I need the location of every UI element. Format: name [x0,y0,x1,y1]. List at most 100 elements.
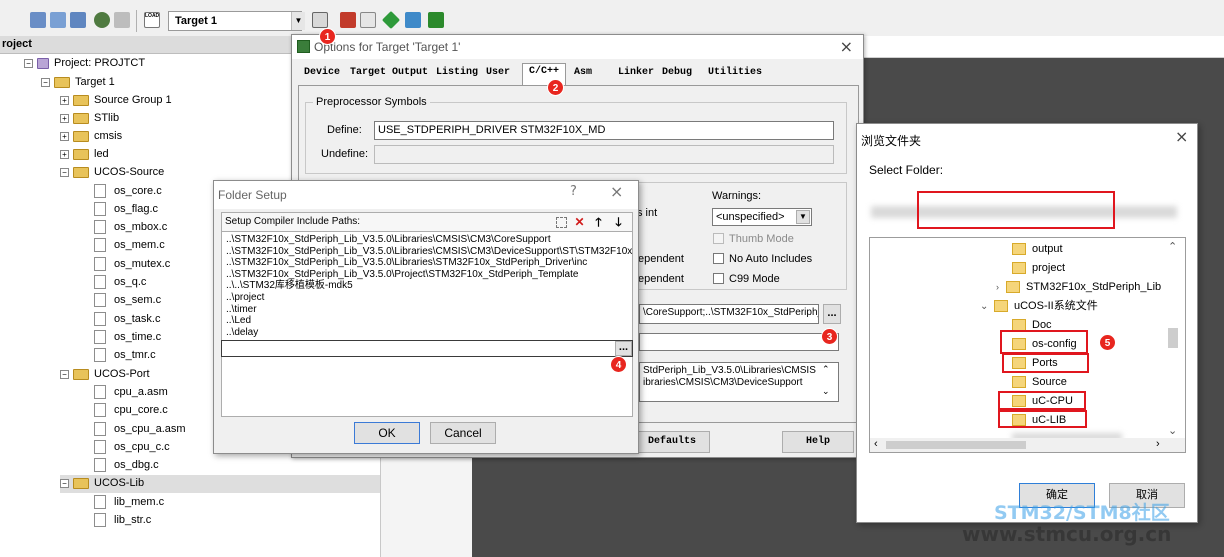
expand-icon[interactable]: + [60,149,69,159]
ok-button[interactable]: OK [354,422,420,444]
tab-listing[interactable]: Listing [436,67,478,78]
misc-controls-field[interactable] [639,333,839,351]
close-icon[interactable]: × [1175,127,1188,146]
cancel-button[interactable]: Cancel [430,422,496,444]
close-icon[interactable]: × [840,37,853,56]
expand-icon[interactable]: + [60,131,69,141]
path-item[interactable]: ..\STM32F10x_StdPeriph_Lib_V3.5.0\Librar… [226,246,632,258]
help-icon[interactable]: ? [570,184,577,199]
include-paths-field[interactable]: \CoreSupport;..\STM32F10x_StdPeriph_ [639,304,819,324]
tree-group[interactable]: + cmsis [60,128,122,146]
help-button[interactable]: Help [782,431,854,453]
collapse-icon[interactable]: − [60,167,69,177]
tab-user[interactable]: User [486,67,510,78]
pack-installer-icon[interactable] [381,10,401,30]
path-item[interactable]: ..\STM32F10x_StdPeriph_Lib_V3.5.0\Librar… [226,234,628,246]
folder-item[interactable]: output [1012,242,1063,256]
tab-device[interactable]: Device [304,67,340,78]
collapse-icon[interactable]: − [60,369,69,379]
batch-build-icon[interactable] [94,12,110,28]
collapse-icon[interactable]: − [24,58,33,68]
tab-asm[interactable]: Asm [574,67,592,78]
target-select[interactable]: Target 1 [168,11,302,31]
tree-group[interactable]: + STlib [60,110,119,128]
tree-group-selected[interactable]: − UCOS-Lib [60,475,380,493]
collapse-icon[interactable]: − [41,77,50,87]
tree-project-root[interactable]: − Project: PROJTCT [24,55,145,73]
move-up-icon[interactable]: 🡑 [592,216,605,229]
tree-file[interactable]: os_cpu_a.asm [94,421,186,439]
path-item[interactable]: ..\delay [226,327,628,339]
path-item[interactable]: ..\Led [226,315,628,327]
tree-file[interactable]: os_cpu_c.c [94,439,170,457]
tree-file[interactable]: os_core.c [94,183,162,201]
tree-file[interactable]: os_sem.c [94,292,161,310]
define-field[interactable]: USE_STDPERIPH_DRIVER STM32F10X_MD [374,121,834,140]
tree-file[interactable]: os_q.c [94,274,146,292]
tree-file[interactable]: os_tmr.c [94,347,156,365]
expand-icon[interactable]: + [60,95,69,105]
tree-file[interactable]: cpu_a.asm [94,384,168,402]
tree-file[interactable]: lib_mem.c [94,494,164,512]
tree-file[interactable]: os_time.c [94,329,161,347]
build-icon[interactable] [50,12,66,28]
tree-group[interactable]: − UCOS-Port [60,366,150,384]
tree-group[interactable]: + Source Group 1 [60,92,172,110]
undefine-field[interactable] [374,145,834,164]
pack-manager-icon[interactable] [428,12,444,28]
tree-target[interactable]: − Target 1 [41,74,115,92]
tree-file[interactable]: os_flag.c [94,201,158,219]
horizontal-scrollbar[interactable]: ‹ › [870,438,1185,452]
path-item[interactable]: ..\timer [226,304,628,316]
scroll-right-icon[interactable]: › [1156,438,1160,450]
scroll-down-icon[interactable]: ⌄ [822,386,830,397]
tree-group[interactable]: + led [60,146,109,164]
include-paths-browse-button[interactable]: ... [823,304,841,324]
path-item[interactable]: ..\STM32F10x_StdPeriph_Lib_V3.5.0\Librar… [226,257,628,269]
folder-item[interactable]: › STM32F10x_StdPeriph_Lib [996,280,1161,294]
new-path-input[interactable] [221,340,633,357]
path-item[interactable]: ..\..\STM32库移植模板-mdk5 [226,280,628,292]
tab-linker[interactable]: Linker [618,67,654,78]
tab-utilities[interactable]: Utilities [708,67,762,78]
move-down-icon[interactable]: 🡓 [612,216,625,229]
tree-file[interactable]: os_mbox.c [94,219,167,237]
horizontal-scrollbar-thumb[interactable] [886,441,1026,449]
c99-mode-checkbox[interactable] [713,273,724,284]
new-path-icon[interactable] [556,217,567,228]
thumb-mode-checkbox[interactable] [713,233,724,244]
path-item[interactable]: ..\project [226,292,628,304]
chevron-down-icon[interactable]: ▼ [796,210,810,224]
delete-icon[interactable]: ✕ [573,216,586,229]
tree-file[interactable]: os_task.c [94,311,160,329]
expand-icon[interactable]: + [60,113,69,123]
scroll-left-icon[interactable]: ‹ [874,438,878,450]
stop-build-icon[interactable] [114,12,130,28]
translate-icon[interactable] [30,12,46,28]
tree-file[interactable]: lib_str.c [94,512,151,530]
close-icon[interactable]: × [610,182,623,201]
tree-file[interactable]: os_mem.c [94,237,165,255]
tree-file[interactable]: os_dbg.c [94,457,159,475]
scroll-up-icon[interactable]: ⌃ [822,364,830,375]
chevron-down-icon[interactable]: ⌄ [980,300,994,314]
tab-target[interactable]: Target [350,67,386,78]
tab-debug[interactable]: Debug [662,67,692,78]
path-browse-button[interactable]: ... [615,341,632,356]
tree-group[interactable]: − UCOS-Source [60,164,164,182]
tab-output[interactable]: Output [392,67,428,78]
chevron-right-icon[interactable]: › [996,280,1006,294]
scroll-up-icon[interactable]: ⌃ [1168,240,1177,253]
tree-file[interactable]: os_mutex.c [94,256,170,274]
folder-item[interactable]: project [1012,261,1065,275]
collapse-icon[interactable]: − [60,478,69,488]
scroll-down-icon[interactable]: ⌄ [1168,424,1177,437]
rebuild-icon[interactable] [70,12,86,28]
manage-components-icon[interactable] [340,12,356,28]
tree-file[interactable]: cpu_core.c [94,402,168,420]
chevron-down-icon[interactable]: ▼ [291,12,305,30]
vertical-scrollbar-thumb[interactable] [1168,328,1178,348]
folder-item[interactable]: ⌄ uCOS-II系统文件 [980,299,1098,314]
download-load-icon[interactable]: LOAD [144,12,160,28]
path-item[interactable]: ..\STM32F10x_StdPeriph_Lib_V3.5.0\Projec… [226,269,628,281]
